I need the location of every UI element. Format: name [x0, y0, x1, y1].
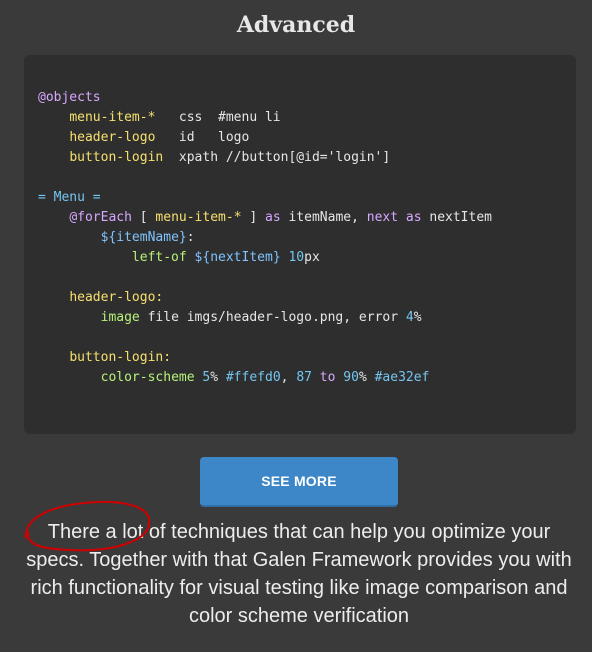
code-token: 87: [296, 370, 312, 385]
code-line: header-logo:: [38, 288, 492, 308]
code-token: to: [319, 370, 336, 385]
code-token: as: [405, 210, 422, 225]
code-token: ${nextItem}: [194, 250, 281, 265]
code-token: header-logo: [69, 130, 156, 145]
code-token: id logo: [155, 130, 250, 145]
code-token: color-scheme: [100, 370, 195, 385]
code-token: button-login: [69, 150, 164, 165]
code-token: as: [265, 210, 281, 225]
code-line: left-of ${nextItem} 10px: [38, 248, 492, 268]
code-token: menu-item-*: [69, 110, 156, 125]
see-more-button[interactable]: SEE MORE: [200, 457, 398, 507]
code-line: image file imgs/header-logo.png, error 4…: [38, 308, 492, 328]
page: Advanced @objects menu-item-* css #menu …: [0, 0, 592, 652]
code-token: @objects: [38, 90, 101, 105]
code-token: @forEach: [69, 210, 132, 225]
code-token: ${itemName}: [100, 230, 187, 245]
code-token: px: [304, 250, 320, 265]
code-token: left-of: [131, 250, 187, 265]
code-token: xpath //button[@id='login']: [163, 150, 391, 165]
code-token: %: [210, 370, 226, 385]
code-line: button-login xpath //button[@id='login']: [38, 148, 492, 168]
code-token: ]: [241, 210, 265, 225]
code-token: = Menu =: [38, 190, 101, 205]
code-token: %: [413, 310, 422, 325]
code-token: :: [186, 230, 195, 245]
code-example: @objects menu-item-* css #menu li header…: [24, 54, 576, 434]
code-token: itemName,: [280, 210, 367, 225]
code-token: 10: [288, 250, 305, 265]
code-token: 4: [405, 310, 414, 325]
code-token: ,: [280, 370, 297, 385]
code-line: = Menu =: [38, 188, 492, 208]
code-line: ${itemName}:: [38, 228, 492, 248]
code-token: [: [131, 210, 156, 225]
code-line: @objects: [38, 88, 492, 108]
code-token: header-logo:: [69, 290, 164, 305]
code-line: @forEach [ menu-item-* ] as itemName, ne…: [38, 208, 492, 228]
code-token: css #menu li: [155, 110, 281, 125]
code-line: color-scheme 5% #ffefd0, 87 to 90% #ae32…: [38, 368, 492, 388]
code-token: image: [100, 310, 140, 325]
section-title: Advanced: [236, 12, 356, 38]
code-token: 90: [343, 370, 359, 385]
code-token: next: [366, 210, 399, 225]
code-token: file imgs/header-logo.png, error: [139, 310, 406, 325]
code-token: nextItem: [421, 210, 492, 225]
code-token: #ffefd0: [225, 370, 281, 385]
code-token: menu-item-*: [155, 210, 242, 225]
code-line: button-login:: [38, 348, 492, 368]
code-lines: @objects menu-item-* css #menu li header…: [38, 88, 492, 388]
code-token: button-login:: [69, 350, 172, 365]
code-token: #ae32ef: [374, 370, 430, 385]
code-token: %: [358, 370, 375, 385]
description-text: There a lot of techniques that can help …: [26, 521, 572, 627]
code-line: menu-item-* css #menu li: [38, 108, 492, 128]
code-line: header-logo id logo: [38, 128, 492, 148]
